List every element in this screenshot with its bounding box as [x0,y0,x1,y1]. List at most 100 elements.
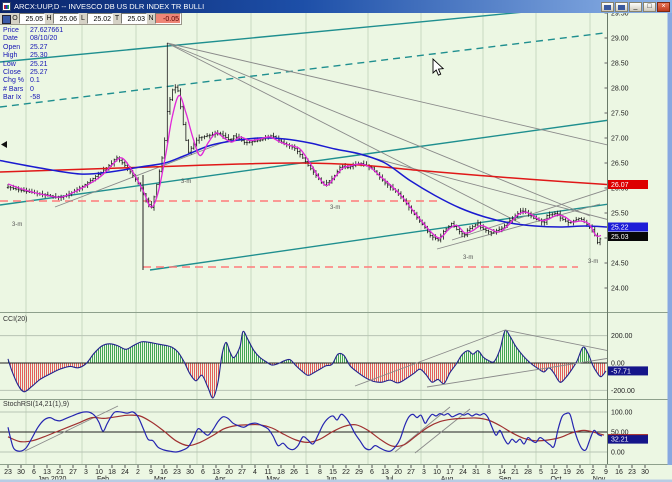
svg-text:3-m: 3-m [181,179,191,185]
svg-text:26.07: 26.07 [611,182,629,189]
svg-text:2: 2 [136,469,140,476]
toolbar-button-2[interactable] [615,2,628,12]
quote-trade-label: T [113,13,121,24]
svg-text:22: 22 [342,469,350,476]
svg-text:29.00: 29.00 [611,36,629,43]
svg-text:26: 26 [290,469,298,476]
svg-text:24.00: 24.00 [611,286,629,293]
svg-text:27: 27 [238,469,246,476]
svg-text:25.03: 25.03 [611,234,629,241]
svg-text:16: 16 [160,469,168,476]
quote-bar: O25.05 H25.06 L25.02 T25.03 N-0.05 [0,13,182,25]
svg-text:9: 9 [604,469,608,476]
svg-text:0.00: 0.00 [611,450,625,457]
svg-text:26.50: 26.50 [611,161,629,168]
app-icon [2,2,11,11]
svg-text:8: 8 [487,469,491,476]
svg-text:13: 13 [43,469,51,476]
cci-panel-label: CCI(20) [3,316,28,323]
minimize-button[interactable]: _ [629,2,642,12]
svg-text:15: 15 [329,469,337,476]
svg-text:21: 21 [56,469,64,476]
svg-text:3-m: 3-m [588,259,598,265]
quote-net-label: N [147,13,155,24]
svg-text:29: 29 [355,469,363,476]
svg-text:26: 26 [576,469,584,476]
svg-text:27: 27 [69,469,77,476]
svg-text:3: 3 [84,469,88,476]
svg-text:25.22: 25.22 [611,225,629,232]
data-window-row: Bar Ix-58 [3,94,63,102]
svg-text:19: 19 [563,469,571,476]
svg-text:9: 9 [149,469,153,476]
svg-text:30: 30 [641,469,649,476]
data-window-row: # Bars0 [3,86,63,94]
data-window-row: Close25.27 [3,69,63,77]
data-window: Price27.627661Date08/10/20Open25.27High2… [3,27,63,103]
svg-text:18: 18 [277,469,285,476]
svg-text:11: 11 [264,469,271,476]
quote-high-label: H [45,13,53,24]
svg-text:23: 23 [173,469,181,476]
svg-text:10: 10 [433,469,441,476]
data-window-row: Low25.21 [3,61,63,69]
svg-text:13: 13 [381,469,389,476]
svg-text:28.00: 28.00 [611,86,629,93]
right-scroll-strip[interactable] [668,13,672,465]
svg-text:2: 2 [591,469,595,476]
svg-text:200.00: 200.00 [611,333,633,340]
maximize-button[interactable]: □ [643,2,656,12]
svg-text:24: 24 [121,469,129,476]
quote-icon [0,13,11,24]
svg-text:6: 6 [32,469,36,476]
svg-text:3-m: 3-m [463,255,473,261]
svg-text:-200.00: -200.00 [611,388,635,395]
svg-text:14: 14 [498,469,506,476]
svg-text:3-m: 3-m [12,222,22,228]
quote-trade-value: 25.03 [121,13,147,24]
svg-text:13: 13 [212,469,220,476]
svg-text:30: 30 [186,469,194,476]
data-window-row: Chg %0.1 [3,77,63,85]
data-window-row: Open25.27 [3,44,63,52]
svg-text:3: 3 [422,469,426,476]
window-title: ARCX:UUP,D -- INVESCO DB US DLR INDEX TR… [14,2,598,11]
svg-text:16: 16 [615,469,623,476]
svg-text:3-m: 3-m [330,205,340,211]
svg-text:28: 28 [524,469,532,476]
toolbar-button-1[interactable] [601,2,614,12]
svg-text:1: 1 [305,469,309,476]
svg-text:31: 31 [472,469,480,476]
svg-text:32.21: 32.21 [611,437,629,444]
svg-text:24.50: 24.50 [611,261,629,268]
quote-open-value: 25.05 [19,13,45,24]
svg-text:27: 27 [407,469,415,476]
close-button[interactable]: × [657,2,670,12]
svg-text:4: 4 [253,469,257,476]
stoch-panel-label: StochRSI(14,21(1),9) [3,401,69,408]
svg-text:18: 18 [108,469,116,476]
svg-text:20: 20 [394,469,402,476]
data-window-row: Price27.627661 [3,27,63,35]
svg-text:12: 12 [550,469,558,476]
svg-text:23: 23 [628,469,636,476]
chart-window: 3-m3-m3-m3-m3-m29.5029.0028.5028.0027.50… [0,0,672,482]
title-bar[interactable]: ARCX:UUP,D -- INVESCO DB US DLR INDEX TR… [0,0,672,13]
quote-open-label: O [11,13,19,24]
svg-text:30: 30 [17,469,25,476]
svg-text:28.50: 28.50 [611,61,629,68]
svg-text:27.00: 27.00 [611,136,629,143]
svg-text:27.50: 27.50 [611,111,629,118]
svg-text:21: 21 [511,469,519,476]
svg-text:25.50: 25.50 [611,211,629,218]
link-tool-icon [618,5,625,10]
data-window-row: Date08/10/20 [3,35,63,43]
svg-text:100.00: 100.00 [611,410,633,417]
quote-low-value: 25.02 [87,13,113,24]
quote-net-value: -0.05 [155,13,181,24]
svg-text:10: 10 [95,469,103,476]
svg-text:5: 5 [539,469,543,476]
titlebar-buttons: _ □ × [601,2,670,12]
svg-text:8: 8 [318,469,322,476]
chart-canvas[interactable]: 3-m3-m3-m3-m3-m29.5029.0028.5028.0027.50… [0,0,672,482]
